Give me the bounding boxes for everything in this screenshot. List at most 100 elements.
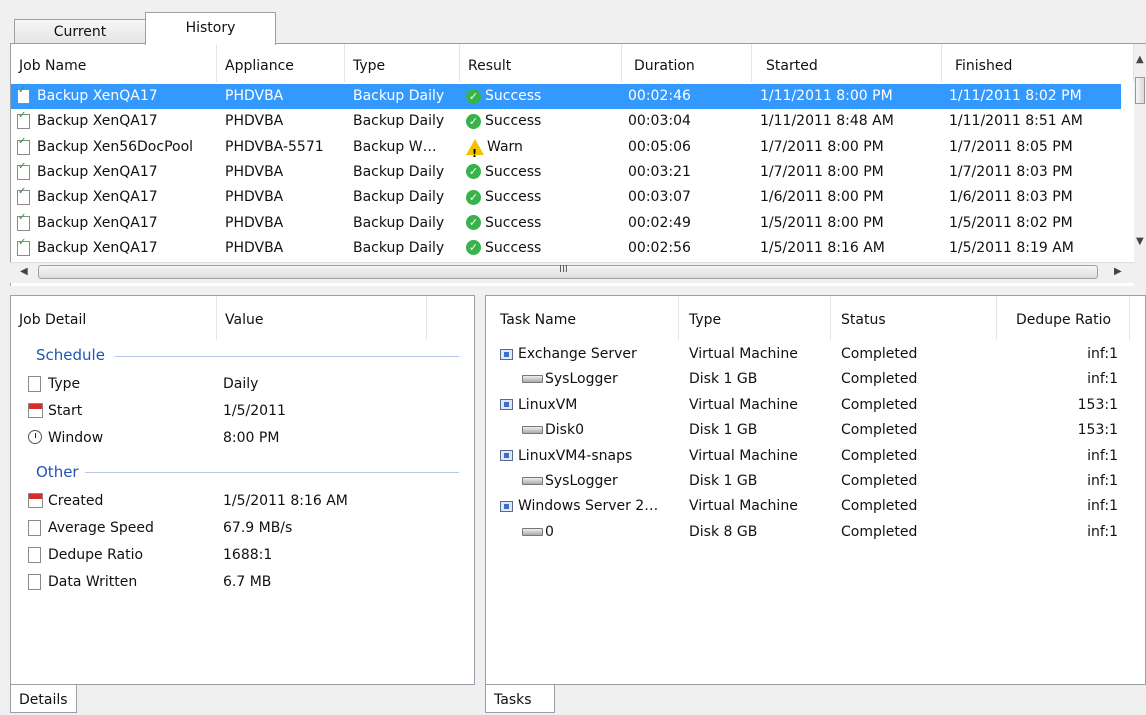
cell-finished: 1/6/2011 8:03 PM (949, 189, 1073, 206)
detail-label: Start (48, 403, 83, 419)
tab-current[interactable]: Current (14, 19, 146, 44)
cell-job: Backup XenQA17 (37, 163, 158, 180)
detail-value: 1688:1 (223, 547, 273, 563)
task-row[interactable]: SysLogger Disk 1 GB Completed inf:1 (486, 469, 1131, 494)
tab-details[interactable]: Details (10, 685, 77, 713)
task-row[interactable]: LinuxVM Virtual Machine Completed 153:1 (486, 393, 1131, 418)
task-row[interactable]: SysLogger Disk 1 GB Completed inf:1 (486, 367, 1131, 392)
cell-task-name: SysLogger (522, 469, 702, 494)
detail-row: Average Speed 67.9 MB/s (28, 515, 458, 541)
cell-task-status: Completed (841, 523, 918, 540)
column-header-job-detail[interactable]: Job Detail (11, 296, 217, 340)
cell-dedupe-ratio: inf:1 (1087, 447, 1118, 464)
cell-task-name: SysLogger (522, 367, 702, 392)
column-header-type[interactable]: Type (345, 44, 460, 82)
cell-task-status: Completed (841, 498, 918, 515)
scroll-down-icon[interactable]: ▼ (1136, 236, 1144, 247)
cell-duration: 00:03:21 (628, 163, 691, 180)
task-name: SysLogger (545, 371, 618, 388)
column-header-started[interactable]: Started (752, 44, 942, 82)
cell-job: Backup XenQA17 (37, 88, 158, 104)
tab-tasks[interactable]: Tasks (485, 685, 555, 713)
document-icon (28, 547, 41, 563)
job-detail-pane: Job Detail Value Schedule Type Daily Start… (10, 295, 475, 685)
cell-dedupe-ratio: inf:1 (1087, 346, 1118, 362)
job-icon (17, 237, 30, 256)
cell-finished: 1/5/2011 8:19 AM (949, 239, 1074, 256)
success-check-icon: ✓ (466, 189, 481, 205)
column-header-job-name[interactable]: Job Name (11, 44, 217, 82)
task-row[interactable]: Disk0 Disk 1 GB Completed 153:1 (486, 418, 1131, 443)
cell-task-status: Completed (841, 447, 918, 464)
detail-row: Type Daily (28, 371, 458, 397)
job-icon (17, 186, 30, 206)
cell-task-type: Virtual Machine (689, 447, 798, 464)
cell-appliance: PHDVBA (225, 214, 284, 231)
cell-dedupe-ratio: inf:1 (1087, 473, 1118, 489)
column-header-dedupe-ratio[interactable]: Dedupe Ratio (997, 296, 1130, 340)
cell-duration: 00:02:49 (628, 214, 691, 231)
cell-type: Backup Daily (353, 239, 445, 256)
column-header-result[interactable]: Result (460, 44, 622, 82)
cell-task-type: Disk 1 GB (689, 473, 758, 489)
section-other: Other (36, 463, 79, 481)
cell-task-status: Completed (841, 371, 918, 388)
cell-type: Backup Daily (353, 189, 445, 206)
cell-started: 1/5/2011 8:00 PM (760, 214, 884, 231)
job-icon (17, 85, 30, 104)
cell-job: Backup XenQA17 (37, 113, 158, 130)
cell-job: Backup XenQA17 (37, 214, 158, 231)
column-header-finished[interactable]: Finished (942, 44, 1134, 82)
calendar-icon (28, 403, 43, 418)
virtual-machine-icon (500, 450, 513, 462)
task-row[interactable]: LinuxVM4-snaps Virtual Machine Completed in… (486, 444, 1131, 469)
table-row[interactable]: Backup XenQA17PHDVBABackup Daily✓Success… (11, 211, 1121, 236)
scroll-right-icon[interactable]: ▶ (1114, 266, 1122, 277)
task-row[interactable]: Windows Server 2… Virtual Machine Complete… (486, 494, 1131, 519)
column-header-task-name[interactable]: Task Name (486, 296, 679, 340)
cell-task-name: Exchange Server (500, 342, 680, 367)
task-row[interactable]: Exchange Server Virtual Machine Completed i… (486, 342, 1131, 367)
success-check-icon: ✓ (466, 88, 481, 104)
document-icon (28, 520, 41, 536)
cell-type: Backup Daily (353, 88, 445, 104)
table-row[interactable]: Backup XenQA17PHDVBABackup Daily✓Success… (11, 185, 1121, 210)
cell-task-type: Virtual Machine (689, 396, 798, 413)
result-label: Warn (487, 138, 523, 155)
detail-value: 1/5/2011 (223, 403, 286, 419)
vertical-scrollbar[interactable]: ▲ ▼ (1134, 44, 1146, 262)
column-header-duration[interactable]: Duration (622, 44, 752, 82)
detail-label: Data Written (48, 574, 138, 590)
task-row[interactable]: 0 Disk 8 GB Completed inf:1 (486, 520, 1131, 545)
table-row[interactable]: Backup XenQA17PHDVBABackup Daily✓Success… (11, 236, 1121, 261)
column-header-value[interactable]: Value (217, 296, 427, 340)
cell-task-status: Completed (841, 422, 918, 439)
cell-dedupe-ratio: inf:1 (1087, 498, 1118, 515)
cell-result: ✓ Success (466, 84, 622, 109)
tab-history[interactable]: History (145, 12, 276, 45)
cell-result: ✓ Success (466, 109, 622, 134)
horizontal-scroll-thumb[interactable]: III (38, 264, 1098, 279)
scroll-up-icon[interactable]: ▲ (1136, 54, 1144, 65)
column-header-task-type[interactable]: Type (679, 296, 831, 340)
detail-row: Window 8:00 PM (28, 425, 458, 451)
table-row[interactable]: Backup XenQA17PHDVBABackup Daily✓Success… (11, 109, 1121, 134)
result-label: Success (485, 214, 542, 231)
cell-task-status: Completed (841, 396, 918, 413)
column-header-appliance[interactable]: Appliance (217, 44, 345, 82)
table-row[interactable]: Backup Xen56DocPool PHDVBA-5571 Backup W…!… (11, 135, 1121, 160)
table-row[interactable]: Backup XenQA17PHDVBABackup Daily✓Success… (11, 84, 1121, 109)
result-label: Success (485, 88, 542, 104)
table-row[interactable]: Backup XenQA17PHDVBABackup Daily✓Success… (11, 160, 1121, 185)
cell-finished: 1/5/2011 8:02 PM (949, 214, 1073, 231)
column-header-status[interactable]: Status (831, 296, 997, 340)
scroll-left-icon[interactable]: ◀ (20, 266, 28, 277)
cell-dedupe-ratio: 153:1 (1077, 422, 1118, 439)
cell-appliance: PHDVBA-5571 (225, 138, 324, 155)
cell-result: ✓ Success (466, 211, 622, 236)
virtual-machine-icon (500, 500, 513, 512)
detail-row: Created 1/5/2011 8:16 AM (28, 488, 458, 514)
tasks-pane: Task Name Type Status Dedupe Ratio Excha… (485, 295, 1146, 685)
vertical-scroll-thumb[interactable] (1135, 77, 1145, 104)
detail-label: Dedupe Ratio (48, 547, 144, 563)
